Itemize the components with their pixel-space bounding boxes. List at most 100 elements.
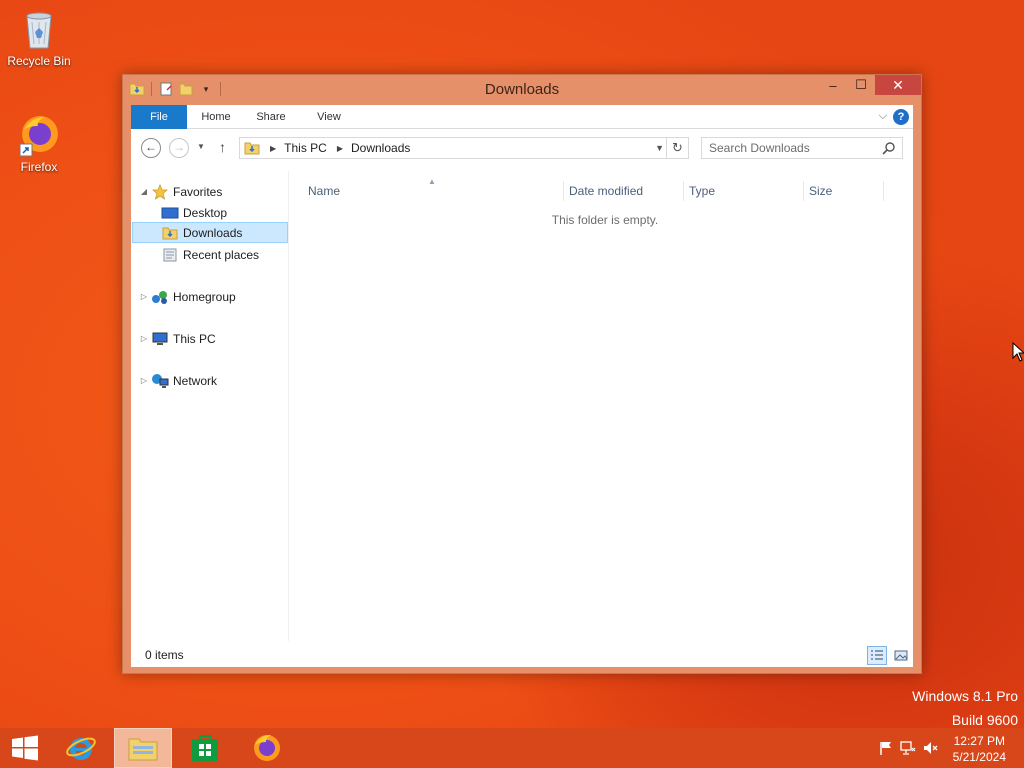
nav-item-label: Network: [173, 373, 218, 388]
item-count: 0 items: [145, 648, 184, 662]
action-center-flag-icon[interactable]: [878, 740, 894, 756]
explorer-window: ▾ Downloads – ☐ ✕ File Home Share View ⌵…: [122, 74, 922, 674]
column-divider[interactable]: [683, 181, 684, 201]
nav-item-label: Desktop: [183, 205, 228, 220]
tab-file[interactable]: File: [131, 105, 187, 129]
expanded-triangle-icon[interactable]: ◢: [139, 187, 149, 196]
help-icon[interactable]: ?: [893, 109, 909, 125]
store-icon: [192, 735, 218, 761]
tab-view[interactable]: View: [301, 105, 357, 129]
collapsed-triangle-icon[interactable]: ▷: [139, 292, 149, 301]
breadcrumb-separator-icon[interactable]: ▶: [270, 144, 276, 153]
nav-item-this-pc[interactable]: ▷ This PC: [139, 328, 216, 349]
nav-item-desktop[interactable]: Desktop: [161, 202, 227, 223]
start-button[interactable]: [0, 728, 50, 768]
back-button[interactable]: ←: [141, 138, 161, 158]
taskbar-windows-store[interactable]: [176, 728, 234, 768]
breadcrumb-downloads[interactable]: Downloads: [351, 141, 410, 155]
file-list[interactable]: ▲ Name Date modified Type Size This fold…: [297, 171, 913, 641]
column-header-date-modified[interactable]: Date modified: [569, 183, 643, 203]
arrow-right-icon: →: [173, 140, 185, 154]
search-input[interactable]: [702, 138, 872, 158]
refresh-icon: ↻: [672, 140, 683, 155]
window-client-area: File Home Share View ⌵ ? ← → ▼ ↑ ▶ This …: [131, 105, 913, 667]
clock-time: 12:27 PM: [953, 734, 1005, 748]
column-divider[interactable]: [883, 181, 884, 201]
nav-item-label: Favorites: [173, 184, 223, 199]
forward-button[interactable]: →: [169, 138, 189, 158]
watermark-edition: Windows 8.1 Pro: [912, 688, 1018, 704]
taskbar-internet-explorer[interactable]: [52, 728, 110, 768]
homegroup-icon: [151, 289, 169, 305]
minimize-icon: –: [829, 77, 837, 93]
network-status-icon[interactable]: [900, 740, 916, 756]
desktop-icon: [161, 205, 179, 221]
window-title: Downloads: [484, 81, 560, 98]
breadcrumb-separator-icon[interactable]: ▶: [337, 144, 343, 153]
up-button[interactable]: ↑: [219, 139, 226, 155]
taskbar-firefox[interactable]: [238, 728, 296, 768]
title-bar[interactable]: ▾ Downloads – ☐ ✕: [123, 75, 921, 105]
ribbon-tabs: File Home Share View ⌵ ?: [131, 105, 913, 129]
nav-item-network[interactable]: ▷ Network: [139, 370, 217, 391]
search-box[interactable]: [701, 137, 903, 159]
details-view-icon: [871, 650, 883, 660]
taskbar-clock[interactable]: 12:27 PM 5/21/2024: [953, 733, 1006, 765]
arrow-up-icon: ↑: [219, 139, 226, 155]
internet-explorer-icon: [66, 737, 96, 760]
breadcrumb-this-pc[interactable]: This PC: [284, 141, 327, 155]
nav-item-label: Recent places: [183, 247, 260, 262]
tab-share[interactable]: Share: [243, 105, 299, 129]
address-bar[interactable]: ▶ This PC ▶ Downloads ▼ ↻: [239, 137, 689, 159]
column-divider[interactable]: [803, 181, 804, 201]
status-bar: 0 items: [131, 643, 913, 667]
column-header-name[interactable]: Name: [308, 183, 340, 203]
search-icon[interactable]: [882, 141, 896, 155]
nav-item-favorites[interactable]: ◢ Favorites: [139, 181, 222, 202]
nav-item-homegroup[interactable]: ▷ Homegroup: [139, 286, 236, 307]
taskbar-file-explorer[interactable]: [114, 728, 172, 768]
desktop-icon-recycle-bin[interactable]: Recycle Bin: [2, 6, 76, 68]
large-icons-view-icon: [894, 650, 908, 661]
empty-folder-message: This folder is empty.: [551, 213, 659, 227]
nav-item-label: This PC: [173, 331, 216, 346]
column-divider[interactable]: [563, 181, 564, 201]
folder-download-icon: [244, 140, 260, 156]
volume-muted-icon[interactable]: [922, 740, 938, 756]
refresh-button[interactable]: ↻: [666, 138, 688, 158]
network-icon: [151, 373, 169, 389]
mouse-cursor-icon: [1012, 341, 1024, 362]
column-header-size[interactable]: Size: [809, 183, 832, 203]
nav-item-label: Homegroup: [173, 289, 236, 304]
system-tray: 12:27 PM 5/21/2024: [864, 728, 1024, 768]
windows-watermark: Windows 8.1 Pro Build 9600: [912, 684, 1018, 732]
recycle-bin-icon: [16, 6, 62, 52]
nav-item-recent-places[interactable]: Recent places: [161, 244, 259, 265]
details-view-button[interactable]: [867, 646, 887, 665]
folder-download-icon: [161, 225, 179, 241]
large-icons-view-button[interactable]: [891, 646, 911, 665]
maximize-button[interactable]: ☐: [847, 75, 875, 95]
firefox-icon: [254, 735, 280, 761]
minimize-button[interactable]: –: [819, 75, 847, 95]
star-icon: [151, 183, 169, 200]
nav-item-downloads[interactable]: Downloads: [132, 222, 288, 243]
firefox-icon: [16, 112, 62, 158]
close-button[interactable]: ✕: [875, 75, 921, 95]
address-dropdown-icon[interactable]: ▼: [655, 143, 664, 153]
column-header-type[interactable]: Type: [689, 183, 715, 203]
clock-date: 5/21/2024: [952, 750, 1006, 764]
collapsed-triangle-icon[interactable]: ▷: [139, 376, 149, 385]
recent-places-icon: [161, 247, 179, 263]
file-explorer-icon: [128, 738, 158, 761]
tab-home[interactable]: Home: [189, 105, 243, 129]
navigation-pane: ◢ Favorites Desktop Downloads Recent pla…: [131, 171, 289, 641]
desktop-icon-label: Recycle Bin: [7, 54, 71, 68]
recent-locations-chevron-icon[interactable]: ▼: [197, 142, 205, 151]
taskbar: 12:27 PM 5/21/2024: [0, 728, 1024, 768]
windows-logo-icon: [12, 735, 38, 761]
desktop-icon-firefox[interactable]: Firefox: [2, 112, 76, 174]
navigation-bar: ← → ▼ ↑ ▶ This PC ▶ Downloads ▼ ↻: [131, 129, 913, 167]
expand-ribbon-chevron-icon[interactable]: ⌵: [879, 110, 887, 123]
collapsed-triangle-icon[interactable]: ▷: [139, 334, 149, 343]
